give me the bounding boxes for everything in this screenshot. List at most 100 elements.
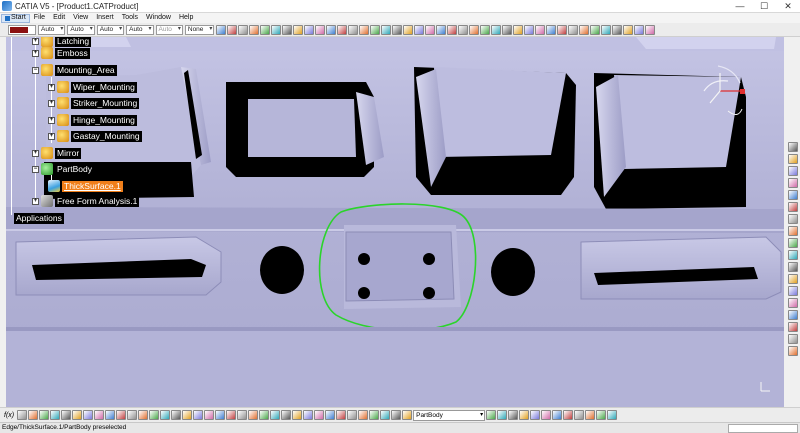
bottom-tool-icon[interactable] bbox=[369, 410, 380, 420]
top-tool-icon[interactable] bbox=[469, 24, 480, 35]
tree-expander[interactable]: − bbox=[32, 165, 39, 173]
bottom-tool-icon[interactable] bbox=[39, 410, 50, 420]
bottom-tool-icon[interactable] bbox=[402, 410, 413, 420]
tree-node[interactable]: + Hinge_Mounting bbox=[48, 114, 137, 126]
tree-expander[interactable]: + bbox=[48, 99, 55, 107]
tree-node[interactable]: − Mounting_Area bbox=[32, 64, 117, 76]
bottom-tool-icon[interactable] bbox=[519, 410, 530, 420]
tree-node[interactable]: − PartBody bbox=[32, 163, 94, 175]
top-tool-icon[interactable] bbox=[271, 24, 282, 35]
right-tool-icon[interactable] bbox=[788, 166, 798, 176]
top-tool-icon[interactable] bbox=[623, 24, 634, 35]
right-tool-icon[interactable] bbox=[788, 286, 798, 296]
bottom-tool-icon[interactable] bbox=[574, 410, 585, 420]
top-tool-icon[interactable] bbox=[634, 24, 645, 35]
top-tool-icon[interactable] bbox=[535, 24, 546, 35]
top-tool-icon[interactable] bbox=[348, 24, 359, 35]
right-tool-icon[interactable] bbox=[788, 214, 798, 224]
right-tool-icon[interactable] bbox=[788, 298, 798, 308]
tree-node[interactable]: + Gastay_Mounting bbox=[48, 130, 142, 142]
bottom-tool-icon[interactable] bbox=[259, 410, 270, 420]
top-tool-icon[interactable] bbox=[293, 24, 304, 35]
top-tool-icon[interactable] bbox=[403, 24, 414, 35]
bottom-tool-icon[interactable] bbox=[226, 410, 237, 420]
right-tool-icon[interactable] bbox=[788, 262, 798, 272]
right-tool-icon[interactable] bbox=[788, 142, 798, 152]
top-tool-icon[interactable] bbox=[238, 24, 249, 35]
tree-expander[interactable]: + bbox=[48, 116, 55, 124]
render-style-combo[interactable]: Auto bbox=[155, 24, 183, 35]
bottom-tool-icon[interactable] bbox=[61, 410, 72, 420]
line-type-combo[interactable]: Auto bbox=[96, 24, 125, 35]
bottom-tool-icon[interactable] bbox=[508, 410, 519, 420]
right-tool-icon[interactable] bbox=[788, 238, 798, 248]
bottom-tool-icon[interactable] bbox=[358, 410, 369, 420]
bottom-tool-icon[interactable] bbox=[248, 410, 259, 420]
top-tool-icon[interactable] bbox=[546, 24, 557, 35]
top-tool-icon[interactable] bbox=[326, 24, 337, 35]
bottom-tool-icon[interactable] bbox=[270, 410, 281, 420]
minimize-button[interactable]: — bbox=[728, 0, 752, 13]
tree-expander[interactable]: + bbox=[32, 197, 39, 205]
right-tool-icon[interactable] bbox=[788, 250, 798, 260]
right-tool-icon[interactable] bbox=[788, 346, 798, 356]
bottom-tool-icon[interactable] bbox=[563, 410, 574, 420]
3d-viewport[interactable]: + Latching + Emboss − Mounting_Area + Wiper_Mou… bbox=[6, 37, 784, 407]
tree-node[interactable]: + Free Form Analysis.1 bbox=[32, 195, 140, 207]
bottom-tool-icon[interactable] bbox=[281, 410, 292, 420]
bottom-tool-icon[interactable] bbox=[17, 410, 28, 420]
menu-view[interactable]: View bbox=[69, 13, 92, 23]
bottom-tool-icon[interactable] bbox=[116, 410, 127, 420]
bottom-tool-icon[interactable] bbox=[149, 410, 160, 420]
bottom-tool-icon[interactable] bbox=[530, 410, 541, 420]
top-tool-icon[interactable] bbox=[425, 24, 436, 35]
menu-window[interactable]: Window bbox=[142, 13, 175, 23]
top-tool-icon[interactable] bbox=[480, 24, 491, 35]
bottom-tool-icon[interactable] bbox=[127, 410, 138, 420]
tree-expander[interactable]: + bbox=[48, 83, 55, 91]
bottom-tool-icon[interactable] bbox=[347, 410, 358, 420]
top-tool-icon[interactable] bbox=[392, 24, 403, 35]
bottom-tool-icon[interactable] bbox=[497, 410, 508, 420]
bottom-tool-icon[interactable] bbox=[237, 410, 248, 420]
tree-expander[interactable]: + bbox=[32, 37, 39, 45]
top-tool-icon[interactable] bbox=[359, 24, 370, 35]
command-input[interactable] bbox=[728, 423, 798, 433]
top-tool-icon[interactable] bbox=[645, 24, 656, 35]
tree-node[interactable]: + Striker_Mounting bbox=[48, 97, 140, 109]
menu-insert[interactable]: Insert bbox=[92, 13, 118, 23]
right-tool-icon[interactable] bbox=[788, 190, 798, 200]
top-tool-icon[interactable] bbox=[601, 24, 612, 35]
bottom-tool-icon[interactable] bbox=[193, 410, 204, 420]
top-tool-icon[interactable] bbox=[502, 24, 513, 35]
bottom-tool-icon[interactable] bbox=[391, 410, 402, 420]
transparency-combo[interactable]: Auto bbox=[38, 24, 66, 35]
menu-help[interactable]: Help bbox=[175, 13, 197, 23]
bottom-tool-icon[interactable] bbox=[182, 410, 193, 420]
formula-button[interactable]: f(x) bbox=[4, 412, 16, 419]
top-tool-icon[interactable] bbox=[491, 24, 502, 35]
tree-node[interactable]: + Mirror bbox=[32, 147, 82, 159]
top-tool-icon[interactable] bbox=[227, 24, 238, 35]
bottom-tool-icon[interactable] bbox=[94, 410, 105, 420]
bottom-tool-icon[interactable] bbox=[325, 410, 336, 420]
bottom-tool-icon[interactable] bbox=[138, 410, 149, 420]
tree-expander[interactable]: + bbox=[32, 49, 39, 57]
close-button[interactable]: ✕ bbox=[776, 0, 800, 13]
top-tool-icon[interactable] bbox=[436, 24, 447, 35]
tree-expander[interactable]: + bbox=[32, 149, 39, 157]
bottom-tool-icon[interactable] bbox=[541, 410, 552, 420]
bottom-tool-icon[interactable] bbox=[303, 410, 314, 420]
top-tool-icon[interactable] bbox=[370, 24, 381, 35]
maximize-button[interactable]: ☐ bbox=[752, 0, 776, 13]
bottom-tool-icon[interactable] bbox=[50, 410, 61, 420]
compass-icon[interactable] bbox=[698, 61, 748, 121]
bottom-tool-icon[interactable] bbox=[336, 410, 347, 420]
top-tool-icon[interactable] bbox=[381, 24, 392, 35]
bottom-tool-icon[interactable] bbox=[596, 410, 607, 420]
top-tool-icon[interactable] bbox=[315, 24, 326, 35]
top-tool-icon[interactable] bbox=[458, 24, 469, 35]
point-symbol-combo[interactable]: Auto bbox=[126, 24, 154, 35]
top-tool-icon[interactable] bbox=[282, 24, 293, 35]
right-tool-icon[interactable] bbox=[788, 334, 798, 344]
